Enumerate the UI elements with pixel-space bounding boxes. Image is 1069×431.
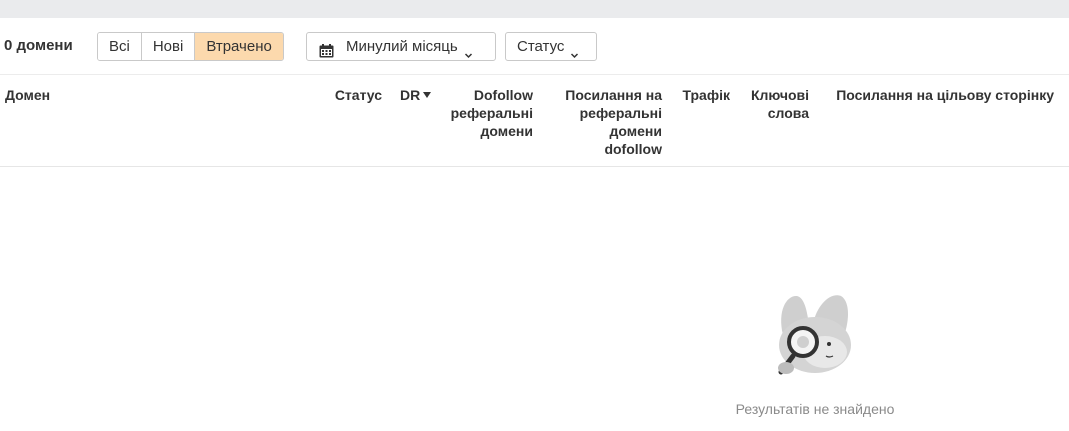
- column-header-keywords[interactable]: Ключові слова: [740, 86, 809, 122]
- segment-new[interactable]: Нові: [141, 33, 196, 60]
- date-range-dropdown[interactable]: Минулий місяць: [306, 32, 496, 61]
- segment-lost[interactable]: Втрачено: [195, 33, 283, 60]
- column-header-domain[interactable]: Домен: [5, 86, 50, 104]
- status-dropdown[interactable]: Статус: [505, 32, 597, 61]
- calendar-icon: [319, 40, 334, 57]
- top-strip: [0, 0, 1069, 18]
- column-header-target-links[interactable]: Посилання на цільову сторінку: [820, 86, 1054, 104]
- header-line: реферальні: [579, 105, 662, 121]
- header-line: dofollow: [604, 141, 662, 157]
- chevron-down-icon: [464, 42, 473, 59]
- segment-all[interactable]: Всі: [98, 33, 142, 60]
- header-line: Посилання на: [565, 87, 662, 103]
- sort-desc-icon: [423, 92, 432, 98]
- header-line: Ключові: [750, 87, 809, 103]
- empty-state-message: Результатів не знайдено: [735, 401, 895, 417]
- mascot-magnifier-icon: [773, 290, 859, 385]
- column-header-dofollow-ref-domains[interactable]: Dofollow реферальні домени: [440, 86, 533, 140]
- status-dropdown-label: Статус: [517, 38, 565, 55]
- header-line: домени: [480, 123, 533, 139]
- empty-state: Результатів не знайдено: [700, 285, 930, 425]
- chevron-down-icon: [570, 42, 579, 59]
- column-header-status[interactable]: Статус: [320, 86, 382, 104]
- header-line: Dofollow: [473, 87, 533, 103]
- table-header: Домен Статус DR Dofollow реферальні доме…: [0, 75, 1069, 167]
- period-segmented-control: Всі Нові Втрачено: [97, 32, 284, 61]
- date-range-label: Минулий місяць: [346, 38, 458, 55]
- column-header-dr-label: DR: [400, 87, 421, 103]
- filter-toolbar: 0 домени Всі Нові Втрачено Минулий місяц…: [0, 18, 1069, 75]
- header-line: домени: [609, 123, 662, 139]
- header-line: слова: [767, 105, 809, 121]
- header-line: реферальні: [450, 105, 533, 121]
- column-header-traffic[interactable]: Трафік: [670, 86, 730, 104]
- column-header-links-to-ref-domains[interactable]: Посилання на реферальні домени dofollow: [548, 86, 662, 158]
- column-header-dr[interactable]: DR: [400, 86, 432, 104]
- domains-count: 0 домени: [4, 37, 73, 54]
